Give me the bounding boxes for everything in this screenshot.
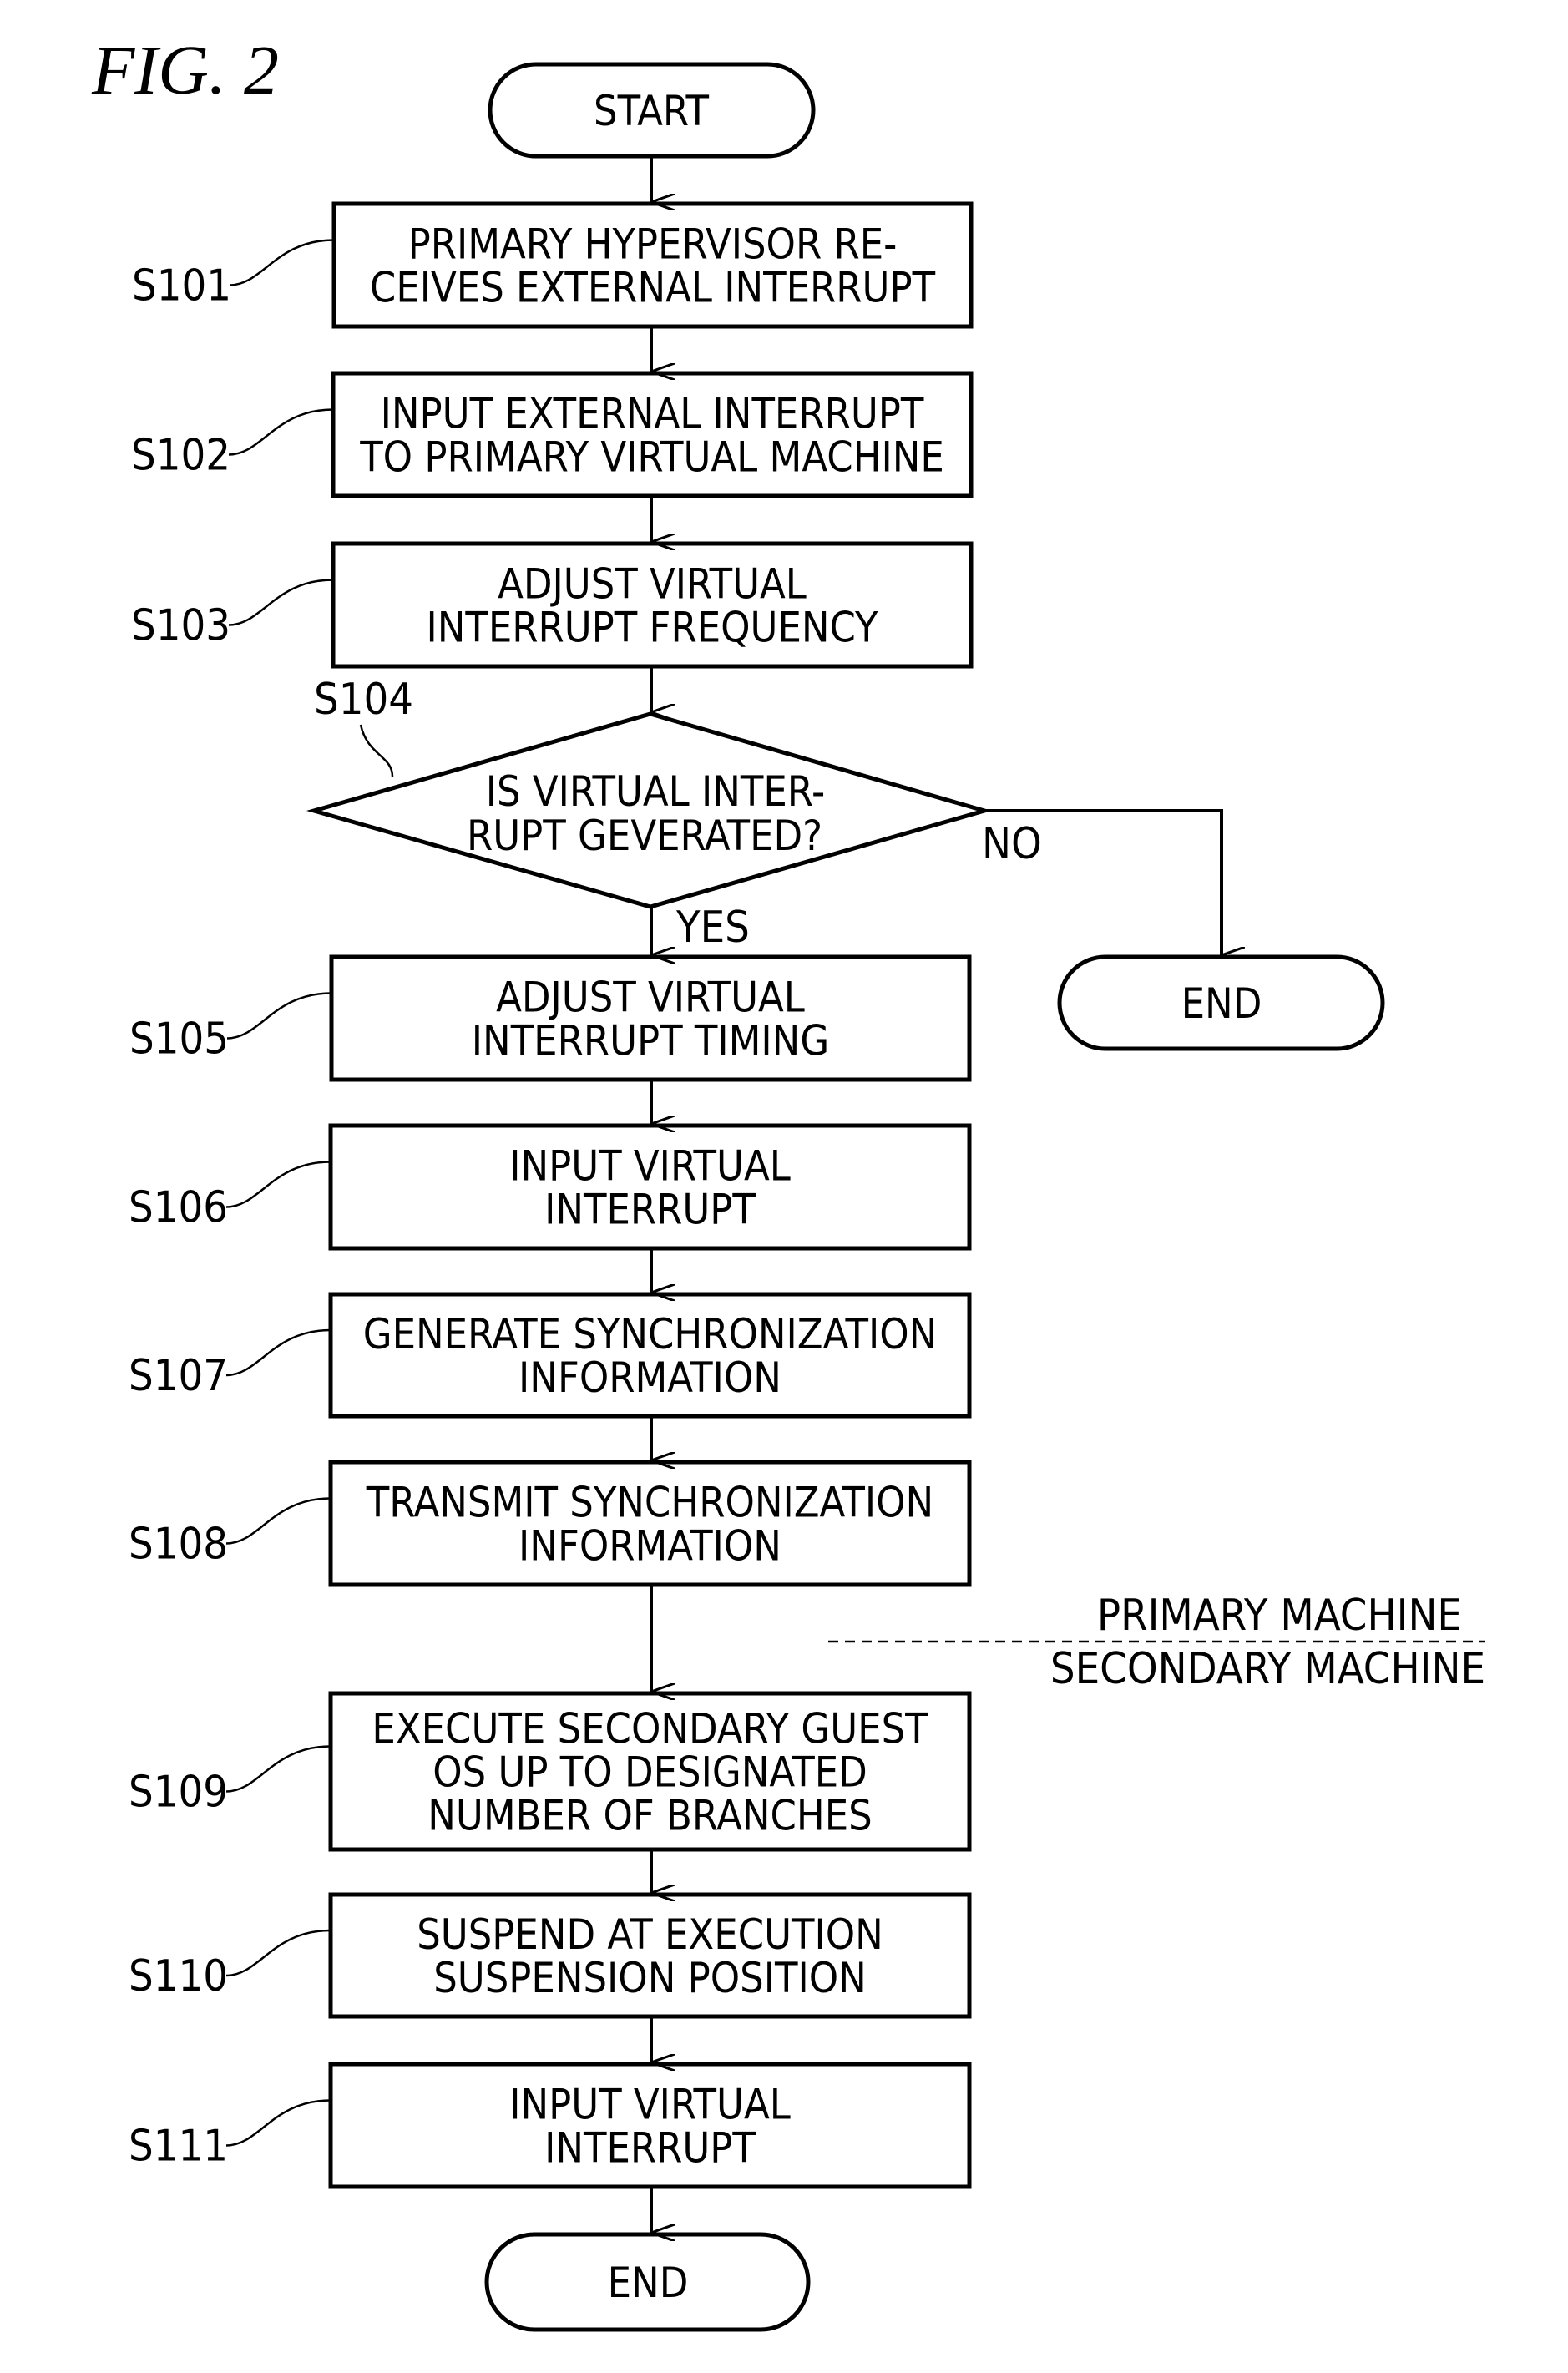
step-label-s103: S103 [131, 601, 230, 651]
step-text-s110-line-2: SUSPENSION POSITION [433, 1954, 867, 2002]
step-s105: ADJUST VIRTUALINTERRUPT TIMING S105 [129, 954, 972, 1082]
step-label-s105: S105 [129, 1014, 229, 1065]
decision-yes-label: YES [675, 903, 750, 953]
step-leader-s110 [225, 1929, 331, 1977]
step-text-s106-line-1: INPUT VIRTUAL [509, 1142, 791, 1191]
end-terminal-final: END [484, 2232, 811, 2332]
step-s108: TRANSMIT SYNCHRONIZATIONINFORMATION S108 [129, 1460, 972, 1587]
step-text-s105-line-1: ADJUST VIRTUAL [496, 974, 805, 1022]
step-leader-s106 [225, 1161, 331, 1208]
step-label-s110: S110 [129, 1951, 228, 2001]
step-s110: SUSPEND AT EXECUTIONSUSPENSION POSITION S… [129, 1892, 972, 2019]
end-terminal-no-label: END [1181, 979, 1262, 1028]
step-text-s102-line-2: TO PRIMARY VIRTUAL MACHINE [359, 433, 944, 482]
step-leader-s109 [225, 1745, 331, 1793]
machine-divider: PRIMARY MACHINE SECONDARY MACHINE [828, 1591, 1485, 1694]
decision-s104: IS VIRTUAL INTER- RUPT GEVERATED? S104 N… [306, 675, 1042, 953]
step-label-s109: S109 [129, 1768, 228, 1818]
step-text-s107-line-1: GENERATE SYNCHRONIZATION [363, 1310, 938, 1359]
step-label-s102: S102 [131, 431, 230, 481]
step-leader-s111 [225, 2099, 331, 2147]
decision-no-label: NO [982, 819, 1042, 869]
step-label-s106: S106 [129, 1183, 228, 1233]
step-s101: PRIMARY HYPERVISOR RE-CEIVES EXTERNAL IN… [132, 201, 974, 329]
step-leader-s108 [225, 1497, 331, 1545]
step-s111: INPUT VIRTUALINTERRUPT S111 [129, 2062, 972, 2189]
step-text-s110-line-1: SUSPEND AT EXECUTION [417, 1910, 883, 1959]
flowchart: FIG. 2 START PRIMARY HYPERVISOR RE-CEIVE… [91, 32, 1485, 2332]
decision-text-line-1: IS VIRTUAL INTER- [486, 767, 825, 816]
step-leader-s103 [228, 579, 334, 626]
step-label-s108: S108 [129, 1520, 228, 1570]
process-steps: PRIMARY HYPERVISOR RE-CEIVES EXTERNAL IN… [129, 201, 974, 2189]
step-text-s101-line-1: PRIMARY HYPERVISOR RE- [408, 220, 898, 269]
step-text-s103-line-1: ADJUST VIRTUAL [498, 560, 807, 609]
decision-leader-line [359, 724, 394, 777]
step-s103: ADJUST VIRTUALINTERRUPT FREQUENCY S103 [131, 541, 974, 669]
step-leader-s107 [225, 1328, 331, 1377]
step-text-s105-line-2: INTERRUPT TIMING [472, 1017, 829, 1065]
start-terminal: START [488, 62, 816, 159]
step-text-s109-line-3: NUMBER OF BRANCHES [427, 1792, 873, 1840]
step-label-s101: S101 [132, 261, 231, 311]
step-text-s102-line-1: INPUT EXTERNAL INTERRUPT [381, 390, 924, 438]
step-text-s103-line-2: INTERRUPT FREQUENCY [426, 604, 878, 652]
secondary-machine-label: SECONDARY MACHINE [1050, 1644, 1485, 1694]
start-terminal-label: START [594, 87, 710, 135]
step-text-s111-line-1: INPUT VIRTUAL [509, 2081, 791, 2129]
step-label-s107: S107 [129, 1351, 228, 1401]
step-label-s111: S111 [129, 2122, 228, 2172]
step-leader-s102 [228, 408, 334, 456]
step-s109: EXECUTE SECONDARY GUESTOS UP TO DESIGNAT… [129, 1691, 972, 1852]
step-s106: INPUT VIRTUALINTERRUPT S106 [129, 1123, 972, 1251]
step-text-s106-line-2: INTERRUPT [544, 1186, 756, 1234]
step-leader-s101 [229, 239, 335, 286]
step-text-s101-line-2: CEIVES EXTERNAL INTERRUPT [370, 264, 936, 312]
decision-text-line-2: RUPT GEVERATED? [467, 812, 822, 860]
end-terminal-final-label: END [608, 2259, 689, 2307]
decision-step-label: S104 [314, 675, 413, 725]
end-terminal-no-branch: END [1057, 954, 1385, 1051]
step-text-s109-line-1: EXECUTE SECONDARY GUEST [372, 1705, 928, 1753]
step-text-s111-line-2: INTERRUPT [544, 2124, 756, 2173]
step-text-s108-line-2: INFORMATION [518, 1522, 781, 1571]
step-text-s109-line-2: OS UP TO DESIGNATED [432, 1748, 867, 1797]
step-s102: INPUT EXTERNAL INTERRUPTTO PRIMARY VIRTU… [131, 371, 974, 498]
step-text-s107-line-2: INFORMATION [518, 1353, 781, 1402]
step-leader-s105 [226, 992, 332, 1040]
figure-title: FIG. 2 [91, 32, 279, 109]
primary-machine-label: PRIMARY MACHINE [1097, 1591, 1462, 1641]
step-text-s108-line-1: TRANSMIT SYNCHRONIZATION [366, 1479, 933, 1527]
step-s107: GENERATE SYNCHRONIZATIONINFORMATION S107 [129, 1292, 972, 1419]
